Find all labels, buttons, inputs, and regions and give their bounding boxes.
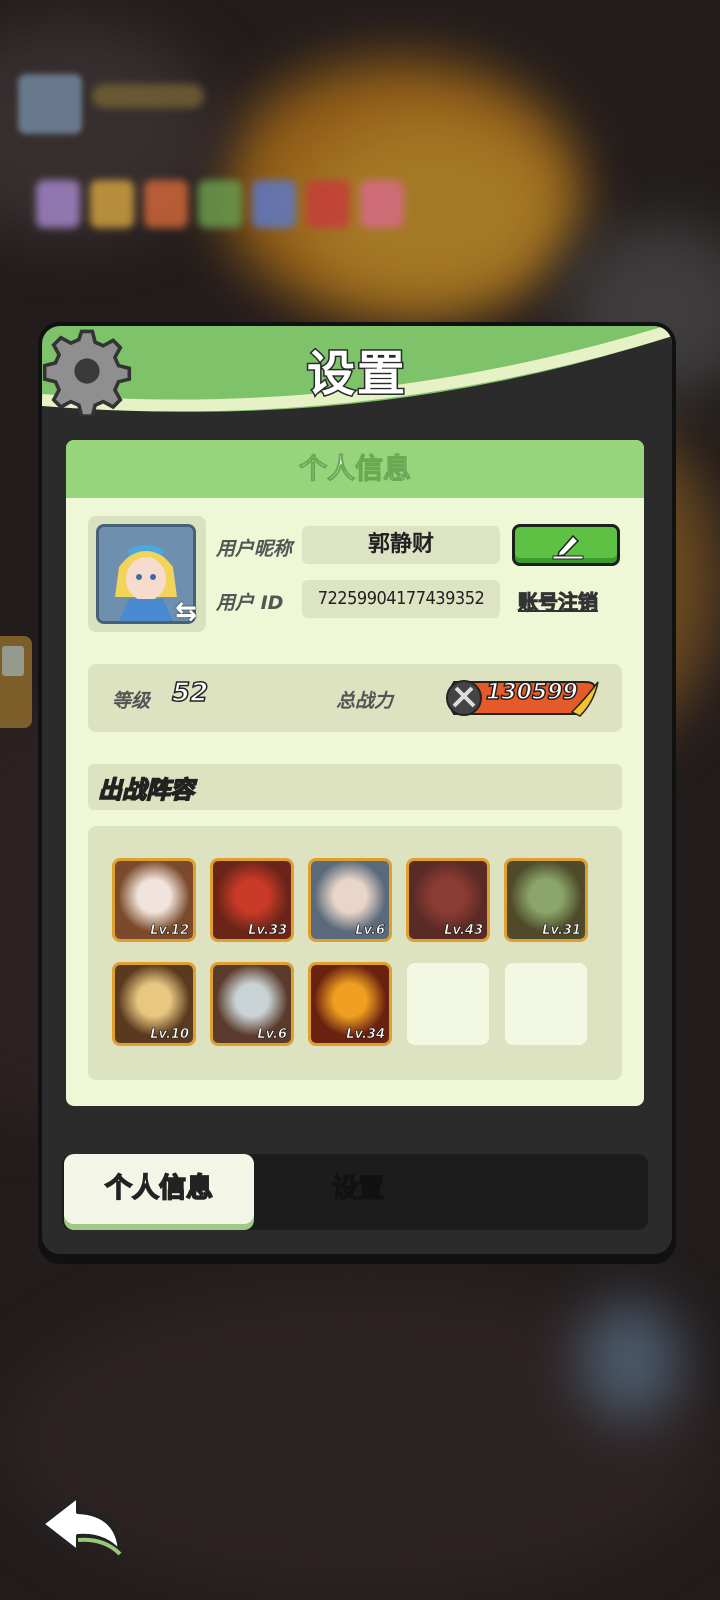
power-label: 总战力 bbox=[336, 690, 394, 712]
hero-slot[interactable]: Lv.31 bbox=[504, 858, 588, 942]
user-id-label: 用户 ID bbox=[216, 592, 284, 614]
hero-slot[interactable]: Lv.6 bbox=[308, 858, 392, 942]
stats-row: 等级 52 总战力 130599 bbox=[88, 664, 622, 732]
pencil-icon bbox=[552, 534, 584, 560]
empty-hero-slot[interactable] bbox=[505, 963, 587, 1045]
hud-avatar bbox=[18, 74, 82, 134]
nickname-label: 用户昵称 bbox=[216, 538, 293, 560]
hero-level: Lv.6 bbox=[355, 923, 385, 939]
level-value: 52 bbox=[171, 677, 209, 709]
lineup-header: 出战阵容 bbox=[88, 764, 622, 810]
avatar-frame[interactable]: ⇆ bbox=[88, 516, 206, 632]
lineup-grid: Lv.12 Lv.33 Lv.6 Lv.43 Lv.31 Lv.10 Lv.6 Lv.34 bbox=[88, 826, 622, 1080]
card-title: 个人信息 bbox=[66, 440, 644, 498]
hero-slot[interactable]: Lv.10 bbox=[112, 962, 196, 1046]
side-device-icon[interactable] bbox=[0, 636, 32, 728]
hero-level: Lv.10 bbox=[150, 1027, 189, 1043]
level-label: 等级 bbox=[112, 690, 151, 712]
hero-slot[interactable]: Lv.34 bbox=[308, 962, 392, 1046]
nickname-field: 郭静财 bbox=[302, 526, 500, 564]
hero-level: Lv.34 bbox=[346, 1027, 385, 1043]
hero-level: Lv.31 bbox=[542, 923, 581, 939]
hero-slot[interactable]: Lv.33 bbox=[210, 858, 294, 942]
panel-header: 设置 bbox=[42, 326, 672, 422]
tab-bar: 个人信息 设置 bbox=[62, 1154, 648, 1230]
tab-profile[interactable]: 个人信息 bbox=[64, 1154, 254, 1224]
swap-icon[interactable]: ⇆ bbox=[172, 598, 200, 626]
profile-card: 个人信息 ⇆ 用户昵称 郭静财 用户 ID 72259904177439352 … bbox=[66, 440, 644, 1106]
settings-panel: 设置 个人信息 ⇆ 用户昵称 郭静财 用户 ID 722599041774393… bbox=[38, 322, 676, 1258]
hero-level: Lv.43 bbox=[444, 923, 483, 939]
edit-nickname-button[interactable] bbox=[512, 524, 620, 566]
hero-level: Lv.6 bbox=[257, 1027, 287, 1043]
panel-title: 设置 bbox=[305, 345, 407, 404]
hero-level: Lv.33 bbox=[248, 923, 287, 939]
lineup-title: 出战阵容 bbox=[97, 775, 195, 805]
power-value: 130599 bbox=[485, 679, 578, 706]
cancel-account-link[interactable]: 账号注销 bbox=[518, 586, 599, 615]
back-arrow-icon[interactable] bbox=[38, 1492, 126, 1558]
hero-slot[interactable]: Lv.43 bbox=[406, 858, 490, 942]
hud-icon-row bbox=[36, 180, 406, 232]
empty-hero-slot[interactable] bbox=[407, 963, 489, 1045]
hud-name-bar bbox=[92, 84, 204, 108]
tab-settings[interactable]: 设置 bbox=[331, 1168, 384, 1205]
hero-slot[interactable]: Lv.6 bbox=[210, 962, 294, 1046]
hero-level: Lv.12 bbox=[150, 923, 189, 939]
user-id-field: 72259904177439352 bbox=[302, 580, 500, 618]
hero-slot[interactable]: Lv.12 bbox=[112, 858, 196, 942]
